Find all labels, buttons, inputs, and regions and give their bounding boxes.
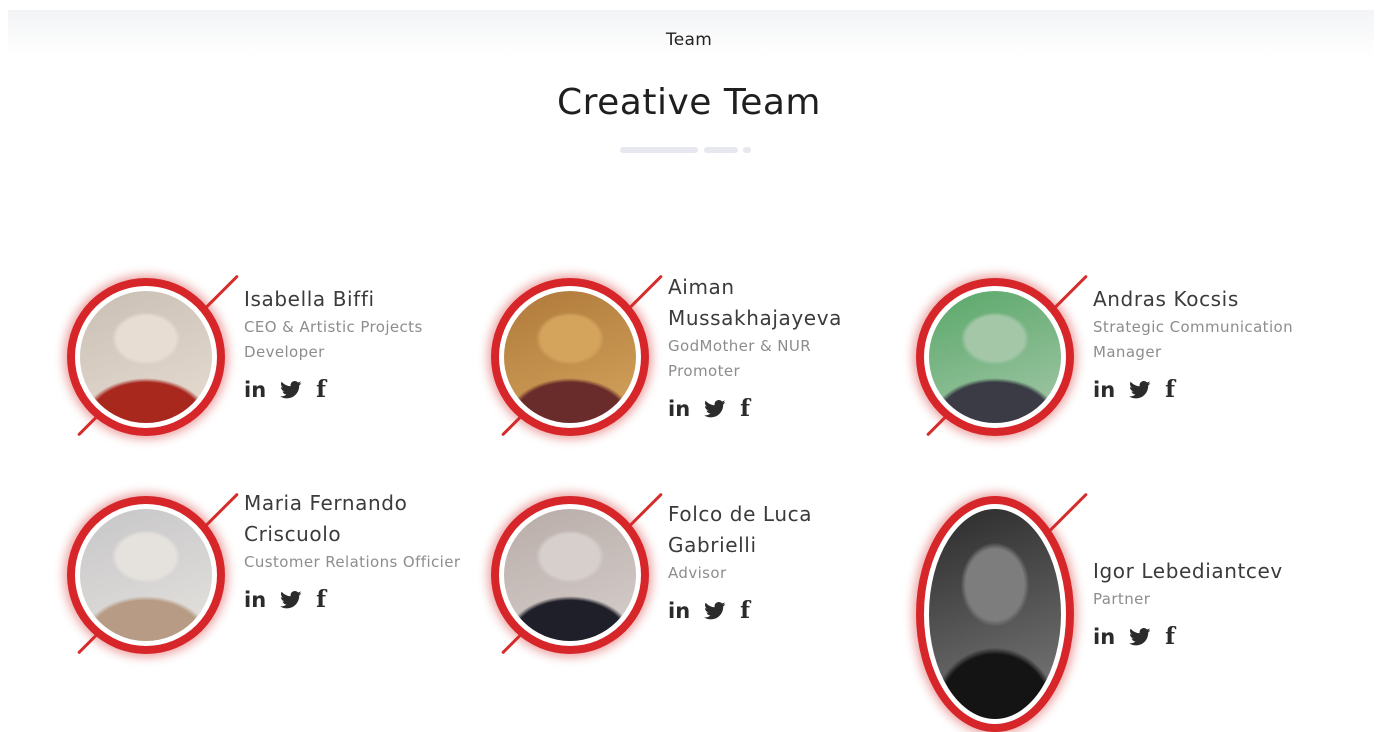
member-info: Andras Kocsis Strategic Communication Ma…: [1093, 284, 1333, 403]
member-name: Isabella Biffi: [244, 287, 375, 311]
member-photo: [929, 291, 1061, 423]
linkedin-icon[interactable]: in: [1093, 626, 1115, 648]
team-card: Aiman Mussakhajayeva GodMother & NUR Pro…: [491, 272, 891, 472]
social-links: in f: [1093, 624, 1313, 650]
member-role: Strategic Communication Manager: [1093, 318, 1294, 361]
team-card: Igor Lebediantcev Partner in f: [916, 490, 1316, 732]
member-info: Folco de Luca Gabrielli Advisor in f: [668, 499, 888, 624]
section-eyebrow: Team: [665, 30, 713, 50]
member-name: Andras Kocsis: [1093, 287, 1239, 311]
social-links: in f: [244, 587, 464, 613]
member-role: Customer Relations Officier: [244, 553, 461, 571]
twitter-icon[interactable]: [280, 381, 302, 399]
facebook-icon[interactable]: f: [740, 397, 750, 420]
social-links: in f: [1093, 377, 1333, 403]
twitter-icon[interactable]: [280, 591, 302, 609]
team-card: Maria Fernando Criscuolo Customer Relati…: [67, 490, 467, 690]
member-photo: [929, 509, 1061, 719]
member-photo-frame: [916, 272, 1088, 442]
twitter-icon[interactable]: [1129, 628, 1151, 646]
twitter-icon[interactable]: [704, 602, 726, 620]
member-role: GodMother & NUR Promoter: [668, 337, 812, 380]
member-info: Igor Lebediantcev Partner in f: [1093, 556, 1313, 650]
member-photo: [504, 509, 636, 641]
member-role: Partner: [1093, 590, 1151, 608]
member-name: Igor Lebediantcev: [1093, 559, 1283, 583]
member-photo-frame: [67, 490, 239, 660]
member-photo-frame: [916, 490, 1088, 732]
title-divider: [620, 147, 760, 153]
linkedin-icon[interactable]: in: [668, 398, 690, 420]
twitter-icon[interactable]: [704, 400, 726, 418]
linkedin-icon[interactable]: in: [1093, 379, 1115, 401]
team-card: Isabella Biffi CEO & Artistic Projects D…: [67, 272, 467, 472]
member-name: Folco de Luca Gabrielli: [668, 502, 813, 557]
member-name: Aiman Mussakhajayeva: [668, 275, 842, 330]
team-card: Folco de Luca Gabrielli Advisor in f: [491, 490, 891, 690]
member-photo: [504, 291, 636, 423]
member-name: Maria Fernando Criscuolo: [244, 491, 408, 546]
facebook-icon[interactable]: f: [1165, 378, 1175, 401]
member-photo: [80, 291, 212, 423]
social-links: in f: [668, 598, 888, 624]
linkedin-icon[interactable]: in: [244, 589, 266, 611]
social-links: in f: [244, 377, 464, 403]
facebook-icon[interactable]: f: [740, 599, 750, 622]
member-photo: [80, 509, 212, 641]
member-info: Isabella Biffi CEO & Artistic Projects D…: [244, 284, 464, 403]
section-title: Creative Team: [556, 82, 822, 123]
linkedin-icon[interactable]: in: [244, 379, 266, 401]
team-card: Andras Kocsis Strategic Communication Ma…: [916, 272, 1316, 472]
facebook-icon[interactable]: f: [1165, 625, 1175, 648]
facebook-icon[interactable]: f: [316, 378, 326, 401]
member-role: CEO & Artistic Projects Developer: [244, 318, 423, 361]
member-role: Advisor: [668, 564, 727, 582]
facebook-icon[interactable]: f: [316, 588, 326, 611]
member-info: Maria Fernando Criscuolo Customer Relati…: [244, 488, 464, 613]
member-photo-frame: [491, 490, 663, 660]
twitter-icon[interactable]: [1129, 381, 1151, 399]
member-photo-frame: [67, 272, 239, 442]
member-photo-frame: [491, 272, 663, 442]
member-info: Aiman Mussakhajayeva GodMother & NUR Pro…: [668, 272, 888, 422]
social-links: in f: [668, 396, 888, 422]
linkedin-icon[interactable]: in: [668, 600, 690, 622]
